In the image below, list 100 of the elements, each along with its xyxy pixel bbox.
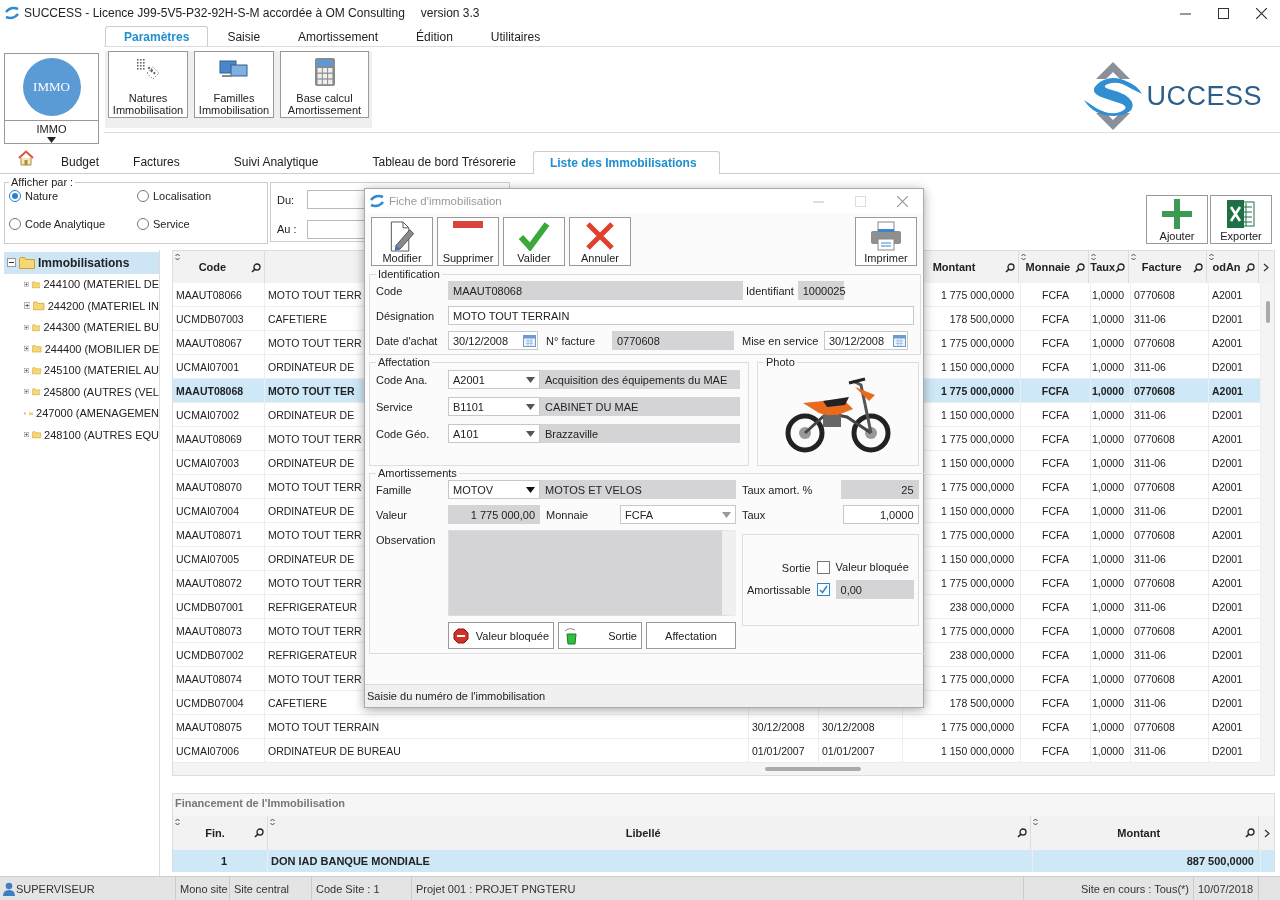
panel-title: Financement de l'Immobilisation [175, 797, 346, 809]
table-cell: A2001 [1212, 528, 1243, 541]
field-label: Identifiant [746, 284, 794, 297]
table-cell: 0770608 [1134, 480, 1175, 493]
field-label: Valeur [376, 508, 408, 521]
table-cell: 1,0000 [1091, 312, 1124, 325]
table-cell: UCMDB07002 [176, 648, 244, 661]
field-label: Code Géo. [376, 427, 431, 440]
table-cell: 1,0000 [1091, 744, 1124, 757]
table-cell: 01/01/2007 [822, 744, 875, 757]
table-cell: FCFA [1042, 408, 1069, 421]
table-cell: 311-06 [1134, 456, 1166, 469]
status-text: Code Site : 1 [316, 882, 380, 895]
user-name: SUPERVISEUR [16, 882, 95, 895]
status-text: 10/07/2018 [1198, 882, 1254, 895]
table-cell: MOTO TOUT TERR [268, 624, 362, 637]
field-label: Monnaie [546, 508, 590, 521]
table-cell: 1 775 000,0000 [941, 336, 1014, 349]
table-cell: 0770608 [1134, 672, 1175, 685]
table-cell: 178 500,0000 [949, 696, 1014, 709]
table-cell: D2001 [1212, 696, 1243, 709]
table-cell: 1 150 000,0000 [941, 360, 1014, 373]
group-title: Photo [765, 356, 796, 368]
table-cell: CAFETIERE [268, 312, 327, 325]
table-cell: 1,0000 [1091, 672, 1124, 685]
field-label: Amortissable [747, 583, 811, 596]
table-cell: D2001 [1212, 312, 1243, 325]
description-field: Brazzaville [540, 424, 740, 443]
table-cell: D2001 [1212, 504, 1243, 517]
table-cell: FCFA [1041, 384, 1070, 397]
table-cell: 1 150 000,0000 [941, 552, 1014, 565]
table-cell: REFRIGERATEUR [268, 600, 358, 613]
table-cell: ORDINATEUR DE [268, 408, 355, 421]
field-label: Au : [277, 223, 298, 236]
table-cell: 1,0000 [1091, 336, 1124, 349]
table-cell: MAAUT08075 [176, 720, 242, 733]
table-cell: 1,0000 [1091, 600, 1124, 613]
field-label: Famille [376, 483, 413, 496]
table-cell: A2001 [1212, 624, 1243, 637]
status-text: Saisie du numéro de l'immobilisation [367, 690, 546, 702]
table-cell: 311-06 [1134, 312, 1166, 325]
table-cell: MAAUT08071 [176, 528, 242, 541]
field-label: N° facture [546, 334, 597, 347]
table-cell: FCFA [1042, 648, 1069, 661]
table-cell: FCFA [1042, 336, 1069, 349]
table-cell: UCMAI07006 [176, 744, 240, 757]
table-cell: A2001 [1212, 672, 1243, 685]
table-cell: 1,0000 [1091, 552, 1124, 565]
field-label: Date d'achat [376, 334, 439, 347]
table-cell: 1 775 000,0000 [941, 720, 1014, 733]
table-cell: UCMAI07002 [176, 408, 240, 421]
table-cell: UCMAI07005 [176, 552, 240, 565]
table-cell: FCFA [1042, 528, 1069, 541]
table-cell: FCFA [1042, 600, 1069, 613]
table-cell: FCFA [1042, 504, 1069, 517]
table-cell: FCFA [1042, 480, 1069, 493]
table-cell: FCFA [1042, 552, 1069, 565]
logo-text: UCCESS [1146, 80, 1262, 112]
table-cell: 0770608 [1134, 384, 1175, 397]
table-cell: 1 775 000,0000 [941, 480, 1014, 493]
table-cell: 0770608 [1134, 288, 1175, 301]
table-cell: MOTO TOUT TERR [268, 528, 362, 541]
table-cell: 30/12/2008 [752, 720, 805, 733]
table-cell: 311-06 [1134, 648, 1166, 661]
table-cell: MOTO TOUT TERR [268, 288, 362, 301]
table-cell: FCFA [1042, 696, 1069, 709]
table-cell: 0770608 [1134, 624, 1175, 637]
field-label: Taux amort. % [742, 483, 813, 496]
table-cell: 1,0000 [1091, 720, 1124, 733]
table-cell: MAAUT08072 [176, 576, 242, 589]
table-cell: 1,0000 [1091, 456, 1124, 469]
table-cell: 311-06 [1134, 600, 1166, 613]
table-cell: MOTO TOUT TERR [268, 432, 362, 445]
field-label: Désignation [376, 309, 436, 322]
table-cell: D2001 [1212, 552, 1243, 565]
status-text: Projet 001 : PROJET PNGTERU [416, 882, 576, 895]
table-cell: FCFA [1042, 720, 1069, 733]
table-cell: 1,0000 [1091, 576, 1124, 589]
table-cell: UCMDB07004 [176, 696, 244, 709]
table-cell: 238 000,0000 [949, 648, 1014, 661]
table-cell: MAAUT08068 [176, 384, 244, 397]
table-cell: D2001 [1212, 744, 1243, 757]
field-label: Mise en service [742, 334, 820, 347]
table-cell: REFRIGERATEUR [268, 648, 358, 661]
table-cell: 1 775 000,0000 [941, 384, 1014, 397]
table-cell: A2001 [1212, 384, 1243, 397]
table-cell: 1 775 000,0000 [941, 432, 1014, 445]
table-cell: A2001 [1212, 432, 1243, 445]
status-text: Mono site [180, 882, 228, 895]
table-cell: A2001 [1212, 480, 1243, 493]
table-cell: FCFA [1042, 672, 1069, 685]
table-cell: FCFA [1042, 744, 1069, 757]
table-cell: 1 775 000,0000 [941, 288, 1014, 301]
table-cell: ORDINATEUR DE [268, 552, 355, 565]
version-label: version 3.3 [420, 6, 480, 20]
table-cell: 311-06 [1134, 552, 1166, 565]
table-cell: 0770608 [1134, 576, 1175, 589]
group-title: Affectation [377, 356, 431, 368]
table-cell: 311-06 [1134, 360, 1166, 373]
table-cell: MOTO TOUT TERR [268, 672, 362, 685]
